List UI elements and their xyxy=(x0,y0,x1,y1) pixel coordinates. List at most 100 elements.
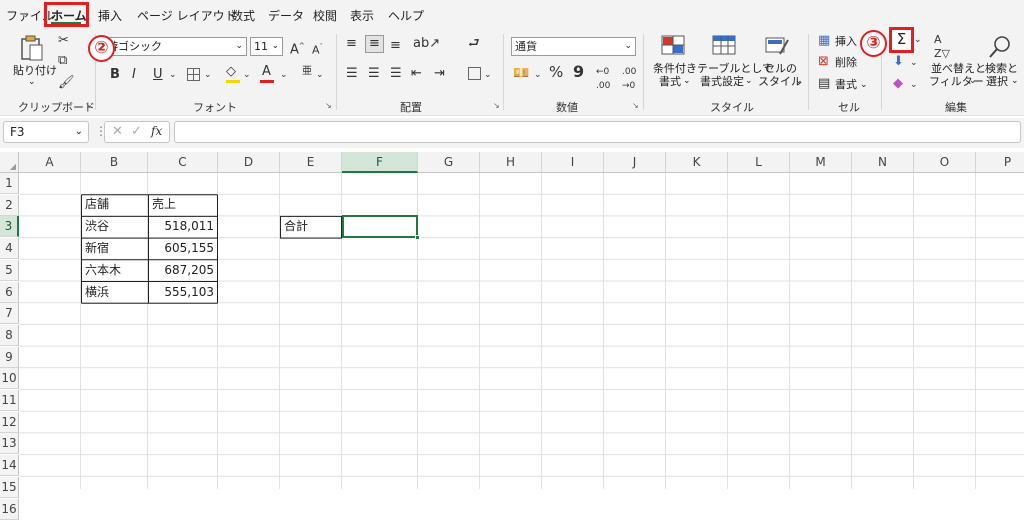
cancel-icon[interactable]: ✕ xyxy=(112,124,123,139)
cell-C3[interactable]: 518,011 xyxy=(149,216,217,238)
chevron-down-icon[interactable]: ⌄ xyxy=(28,76,36,89)
decrease-decimal-icon[interactable]: .00 →0 xyxy=(622,65,636,93)
column-header-H[interactable]: H xyxy=(480,152,542,173)
font-color-icon[interactable]: A xyxy=(262,65,271,79)
chevron-down-icon[interactable]: ⌄ xyxy=(169,68,177,82)
row-header-6[interactable]: 6 xyxy=(0,281,19,303)
cell-C2[interactable]: 売上 xyxy=(149,194,217,216)
align-bottom-icon[interactable]: ≡ xyxy=(390,39,401,53)
tab-data[interactable]: データ xyxy=(268,7,304,24)
tab-review[interactable]: 校閲 xyxy=(313,7,337,24)
column-header-C[interactable]: C xyxy=(148,152,218,173)
font-name-select[interactable]: 游ゴシック ⌄ xyxy=(103,37,247,56)
decrease-indent-icon[interactable]: ⇤ xyxy=(411,67,422,81)
column-header-L[interactable]: L xyxy=(728,152,790,173)
chevron-down-icon[interactable]: ⌄ xyxy=(484,68,492,82)
chevron-down-icon[interactable]: ⌄ xyxy=(910,78,918,92)
chevron-down-icon[interactable]: ⌄ xyxy=(534,68,542,82)
insert-function-icon[interactable]: fx xyxy=(151,124,162,138)
row-header-10[interactable]: 10 xyxy=(0,368,19,390)
align-middle-button[interactable]: ≡ xyxy=(365,35,384,53)
name-box[interactable]: F3 ⌄ xyxy=(3,121,89,143)
tab-insert[interactable]: 挿入 xyxy=(98,7,122,24)
autosum-button[interactable]: Σ xyxy=(889,27,914,53)
phonetic-icon[interactable]: 亜 xyxy=(302,65,312,79)
align-right-icon[interactable]: ☰ xyxy=(390,67,402,81)
cell-B5[interactable]: 六本木 xyxy=(82,260,148,282)
cell-C4[interactable]: 605,155 xyxy=(149,238,217,260)
wrap-text-icon[interactable]: ⮐ xyxy=(468,37,480,51)
column-header-J[interactable]: J xyxy=(604,152,666,173)
row-header-7[interactable]: 7 xyxy=(0,303,19,325)
row-header-13[interactable]: 13 xyxy=(0,433,19,455)
cell-C6[interactable]: 555,103 xyxy=(149,282,217,304)
clear-icon[interactable]: ◆ xyxy=(893,77,903,91)
delete-cells-icon[interactable]: ⊠ xyxy=(818,55,829,69)
column-header-N[interactable]: N xyxy=(852,152,914,173)
align-left-icon[interactable]: ☰ xyxy=(346,67,358,81)
cut-icon[interactable]: ✂ xyxy=(58,34,69,48)
row-header-16[interactable]: 16 xyxy=(0,498,19,520)
row-header-11[interactable]: 11 xyxy=(0,390,19,411)
select-all-button[interactable]: ◢ xyxy=(0,152,19,173)
copy-icon[interactable]: ⧉ xyxy=(58,54,67,68)
column-header-M[interactable]: M xyxy=(790,152,852,173)
active-cell-F3[interactable] xyxy=(342,215,418,238)
percent-icon[interactable]: % xyxy=(549,65,563,80)
delete-cells-label[interactable]: 削除 xyxy=(835,56,857,69)
find-select-button[interactable] xyxy=(987,34,1013,60)
column-header-I[interactable]: I xyxy=(542,152,604,173)
spreadsheet-grid[interactable]: ◢ ABCDEFGHIJKLMNOP 1 2 3 4 5 6 7 8 9 10 11 12 13 14 15… xyxy=(0,152,1024,520)
row-header-3[interactable]: 3 xyxy=(0,216,19,238)
cell-B6[interactable]: 横浜 xyxy=(82,282,148,304)
fill-color-icon[interactable]: ◇ xyxy=(226,65,236,79)
merge-center-icon[interactable] xyxy=(468,67,481,80)
row-header-15[interactable]: 15 xyxy=(0,476,19,498)
format-cells-icon[interactable]: ▤ xyxy=(818,77,830,91)
comma-style-icon[interactable]: 9 xyxy=(573,64,584,80)
conditional-formatting-button[interactable] xyxy=(660,34,686,56)
bold-icon[interactable]: B xyxy=(110,68,120,82)
column-header-B[interactable]: B xyxy=(81,152,148,173)
row-header-4[interactable]: 4 xyxy=(0,238,19,260)
chevron-down-icon[interactable]: ⌄ xyxy=(910,56,918,70)
dialog-launcher-icon[interactable]: ↘ xyxy=(493,101,500,110)
formula-input[interactable] xyxy=(174,121,1021,143)
cell-B2[interactable]: 店舗 xyxy=(82,194,148,216)
dialog-launcher-icon[interactable]: ↘ xyxy=(85,101,92,110)
underline-icon[interactable]: U xyxy=(153,68,163,82)
fill-handle[interactable] xyxy=(415,235,420,240)
chevron-down-icon[interactable]: ⌄ xyxy=(914,33,922,47)
chevron-down-icon[interactable]: ⌄ xyxy=(860,79,868,92)
row-header-8[interactable]: 8 xyxy=(0,324,19,346)
enter-icon[interactable]: ✓ xyxy=(131,124,142,139)
accounting-format-icon[interactable]: 💴 xyxy=(513,67,529,81)
paste-button[interactable] xyxy=(18,34,46,62)
sort-filter-icon[interactable]: A Z▽ xyxy=(934,33,950,61)
column-header-G[interactable]: G xyxy=(418,152,480,173)
tab-page-layout[interactable]: ページ レイアウト xyxy=(137,7,237,24)
italic-icon[interactable]: I xyxy=(132,68,136,82)
cell-E3[interactable]: 合計 xyxy=(281,216,341,238)
column-header-O[interactable]: O xyxy=(914,152,976,173)
dialog-launcher-icon[interactable]: ↘ xyxy=(325,101,332,110)
cell-C5[interactable]: 687,205 xyxy=(149,260,217,282)
chevron-down-icon[interactable]: ⌄ xyxy=(316,68,324,82)
row-header-2[interactable]: 2 xyxy=(0,194,19,216)
chevron-down-icon[interactable]: ⌄ xyxy=(280,68,288,82)
insert-cells-label[interactable]: 挿入 xyxy=(835,35,857,48)
tab-view[interactable]: 表示 xyxy=(350,7,374,24)
row-header-1[interactable]: 1 xyxy=(0,173,19,194)
fill-icon[interactable]: ⬇ xyxy=(893,55,904,69)
decrease-font-icon[interactable]: Aˇ xyxy=(312,40,323,58)
format-as-table-button[interactable] xyxy=(711,34,737,56)
tab-help[interactable]: ヘルプ xyxy=(388,7,424,24)
row-header-12[interactable]: 12 xyxy=(0,411,19,433)
format-cells-label[interactable]: 書式 xyxy=(835,78,857,91)
increase-font-icon[interactable]: A^ xyxy=(290,39,305,57)
increase-indent-icon[interactable]: ⇥ xyxy=(434,67,445,81)
align-top-icon[interactable]: ≡ xyxy=(346,37,357,51)
column-header-A[interactable]: A xyxy=(19,152,81,173)
align-center-icon[interactable]: ☰ xyxy=(368,67,380,81)
chevron-down-icon[interactable]: ⌄ xyxy=(204,68,212,82)
